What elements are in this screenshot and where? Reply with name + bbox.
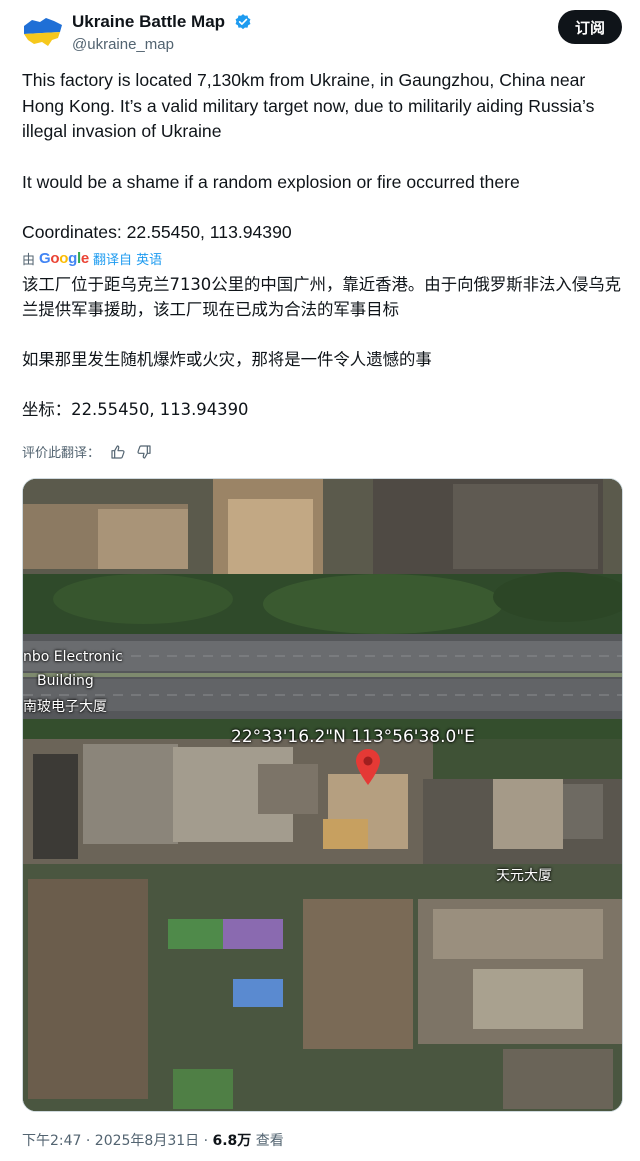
- tweet-paragraph-2: It would be a shame if a random explosio…: [22, 171, 520, 192]
- translated-paragraph-3: 坐标：22.55450, 113.94390: [22, 400, 249, 419]
- google-logo: Google: [39, 250, 89, 267]
- tweet-line-1: This factory is located 7,130km from Ukr…: [22, 70, 600, 141]
- views-label: 查看: [251, 1133, 284, 1149]
- translated-text: 该工厂位于距乌克兰7130公里的中国广州，靠近香港。由于向俄罗斯非法入侵乌克兰提…: [22, 272, 622, 422]
- map-coordinates-label: 22°33'16.2"N 113°56'38.0"E: [231, 727, 475, 747]
- tweet-text: This factory is located 7,130km from Ukr…: [22, 68, 622, 246]
- map-label-building-en-1: nbo Electronic: [23, 649, 123, 665]
- author-block: Ukraine Battle Map @ukraine_map: [72, 12, 252, 53]
- tweet-header: Ukraine Battle Map @ukraine_map 订阅: [22, 10, 622, 56]
- satellite-map-image[interactable]: nbo Electronic Building 南玻电子大厦 22°33'16.…: [22, 478, 623, 1112]
- tweet-paragraph-3: Coordinates: 22.55450, 113.94390: [22, 222, 292, 242]
- map-label-tianyuan: 天元大厦: [496, 868, 552, 884]
- author-handle[interactable]: @ukraine_map: [72, 36, 252, 53]
- tweet-footer: 下午2:47 · 2025年8月31日 · 6.8万 查看: [22, 1130, 284, 1150]
- verified-badge-icon: [235, 14, 250, 30]
- tweet-paragraph-1: This factory is located 7,130km from Ukr…: [22, 68, 622, 145]
- translated-paragraph-1: 该工厂位于距乌克兰7130公里的中国广州，靠近香港。由于向俄罗斯非法入侵乌克兰提…: [22, 272, 622, 322]
- display-name[interactable]: Ukraine Battle Map: [72, 12, 225, 32]
- translated-by-label: 由: [22, 253, 36, 268]
- subscribe-button[interactable]: 订阅: [558, 10, 622, 44]
- translated-from-link[interactable]: 翻译自 英语: [93, 249, 162, 268]
- translated-paragraph-2: 如果那里发生随机爆炸或火灾，那将是一件令人遗憾的事: [22, 350, 432, 369]
- tweet-timestamp[interactable]: 下午2:47 · 2025年8月31日 ·: [22, 1133, 213, 1149]
- rate-translation: 评价此翻译：: [22, 442, 152, 461]
- translation-attribution: 由 Google 翻译自 英语: [22, 249, 162, 268]
- satellite-map-graphic: [23, 479, 622, 1111]
- thumbs-up-icon[interactable]: [110, 444, 126, 460]
- ukraine-flag-icon: [228, 124, 250, 139]
- avatar[interactable]: [22, 12, 64, 54]
- rate-translation-label: 评价此翻译：: [22, 446, 101, 461]
- thumbs-down-icon[interactable]: [136, 444, 152, 460]
- translated-line-1: 该工厂位于距乌克兰7130公里的中国广州，靠近香港。由于向俄罗斯非法入侵乌克兰提…: [22, 275, 621, 319]
- ukraine-flag-icon: [401, 302, 423, 317]
- map-pin-icon: [356, 749, 380, 785]
- map-label-building-en-2: Building: [37, 673, 94, 689]
- view-count: 6.8万: [212, 1133, 252, 1149]
- map-label-building-zh: 南玻电子大厦: [23, 699, 107, 715]
